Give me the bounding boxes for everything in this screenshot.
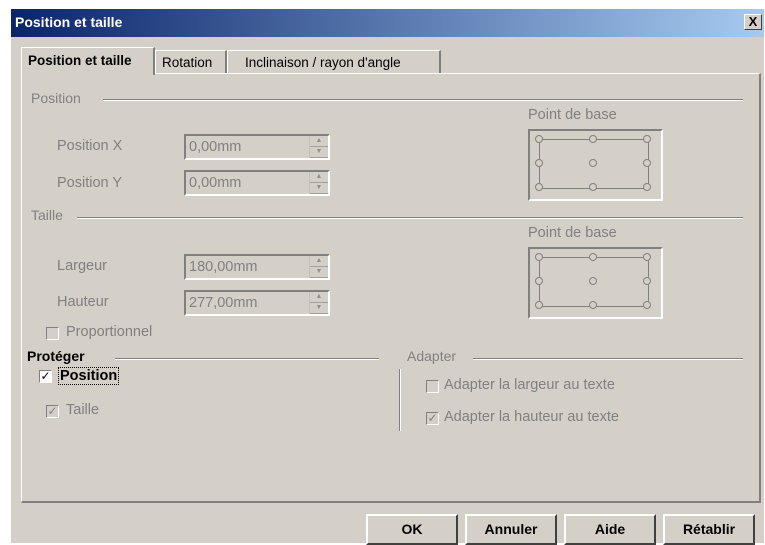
spin-down-icon[interactable]: ▼ — [310, 183, 328, 194]
fit-group-line — [473, 358, 743, 360]
tab-slant-corner-radius[interactable]: Inclinaison / rayon d'angle — [227, 50, 441, 74]
base-point-top-left[interactable] — [535, 135, 543, 143]
title-bar[interactable]: Position et taille X — [11, 9, 764, 37]
base-point-bottom-left[interactable] — [535, 183, 543, 191]
fit-height-label[interactable]: Adapter la hauteur au texte — [444, 409, 619, 425]
base-point-top-center[interactable] — [589, 135, 597, 143]
base-point-bottom-right[interactable] — [643, 301, 651, 309]
position-x-field[interactable]: 0,00mm ▲ ▼ — [184, 134, 330, 160]
spin-down-icon[interactable]: ▼ — [310, 147, 328, 158]
ok-button[interactable]: OK — [366, 514, 458, 545]
protect-group-line — [115, 358, 379, 360]
base-point-bottom-center[interactable] — [589, 301, 597, 309]
protect-size-label[interactable]: Taille — [66, 402, 99, 418]
base-point-top-left[interactable] — [535, 253, 543, 261]
spin-down-icon[interactable]: ▼ — [310, 303, 328, 314]
position-x-label: Position X — [57, 138, 123, 154]
height-spinner[interactable]: ▲ ▼ — [309, 292, 328, 314]
position-size-dialog: Position et taille X Position et taille … — [10, 8, 764, 545]
base-point-selector-size[interactable] — [528, 247, 663, 319]
height-label: Hauteur — [57, 294, 109, 310]
base-point-middle-left[interactable] — [535, 159, 543, 167]
position-y-value: 0,00mm — [189, 175, 242, 191]
tab-position-size[interactable]: Position et taille — [21, 47, 155, 75]
position-y-field[interactable]: 0,00mm ▲ ▼ — [184, 170, 330, 196]
base-point-label-position: Point de base — [528, 107, 617, 123]
fit-group-label: Adapter — [407, 348, 457, 364]
height-value: 277,00mm — [189, 295, 258, 311]
proportional-label[interactable]: Proportionnel — [66, 324, 152, 340]
width-value: 180,00mm — [189, 259, 258, 275]
position-x-value: 0,00mm — [189, 139, 242, 155]
protect-group-label: Protéger — [27, 348, 85, 364]
width-field[interactable]: 180,00mm ▲ ▼ — [184, 254, 330, 280]
protect-size-checkbox[interactable]: ✓ — [46, 405, 59, 418]
group-separator — [399, 369, 401, 431]
spin-up-icon[interactable]: ▲ — [310, 136, 328, 147]
cancel-button[interactable]: Annuler — [465, 514, 557, 545]
base-point-top-right[interactable] — [643, 253, 651, 261]
close-button[interactable]: X — [744, 14, 762, 30]
base-point-bottom-right[interactable] — [643, 183, 651, 191]
spin-up-icon[interactable]: ▲ — [310, 172, 328, 183]
help-button[interactable]: Aide — [564, 514, 656, 545]
base-point-top-right[interactable] — [643, 135, 651, 143]
width-spinner[interactable]: ▲ ▼ — [309, 256, 328, 278]
base-point-bottom-center[interactable] — [589, 183, 597, 191]
position-y-spinner[interactable]: ▲ ▼ — [309, 172, 328, 194]
protect-position-checkbox[interactable]: ✓ — [39, 370, 52, 383]
base-point-middle-right[interactable] — [643, 277, 651, 285]
base-point-bottom-left[interactable] — [535, 301, 543, 309]
protect-position-label[interactable]: Position — [58, 367, 120, 385]
spin-up-icon[interactable]: ▲ — [310, 292, 328, 303]
base-point-center[interactable] — [589, 159, 597, 167]
fit-width-checkbox[interactable] — [426, 380, 439, 393]
base-point-middle-left[interactable] — [535, 277, 543, 285]
base-point-top-center[interactable] — [589, 253, 597, 261]
base-point-label-size: Point de base — [528, 225, 617, 241]
base-point-center[interactable] — [589, 277, 597, 285]
window-title: Position et taille — [15, 14, 123, 30]
spin-up-icon[interactable]: ▲ — [310, 256, 328, 267]
fit-height-checkbox[interactable]: ✓ — [426, 412, 439, 425]
fit-width-label[interactable]: Adapter la largeur au texte — [444, 377, 615, 393]
reset-button[interactable]: Rétablir — [663, 514, 755, 545]
tab-rotation[interactable]: Rotation — [155, 50, 227, 74]
spin-down-icon[interactable]: ▼ — [310, 267, 328, 278]
height-field[interactable]: 277,00mm ▲ ▼ — [184, 290, 330, 316]
base-point-middle-right[interactable] — [643, 159, 651, 167]
size-group-line — [77, 217, 743, 219]
position-group-line — [103, 99, 743, 101]
position-x-spinner[interactable]: ▲ ▼ — [309, 136, 328, 158]
proportional-checkbox[interactable] — [46, 327, 59, 340]
width-label: Largeur — [57, 258, 107, 274]
position-y-label: Position Y — [57, 175, 123, 191]
size-group-label: Taille — [31, 207, 63, 223]
position-group-label: Position — [31, 90, 81, 106]
base-point-selector-position[interactable] — [528, 129, 663, 201]
